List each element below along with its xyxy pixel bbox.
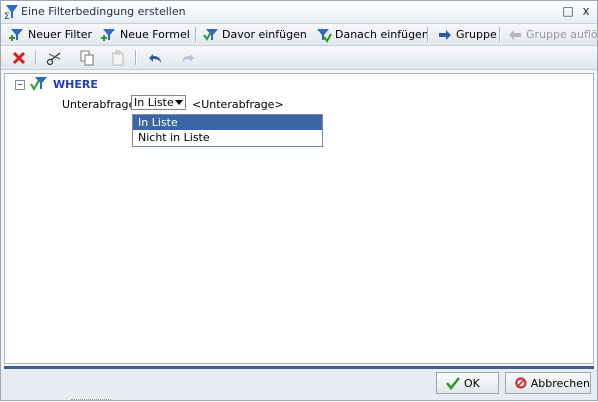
- dialog-title: Eine Filterbedingung erstellen: [21, 5, 186, 18]
- checkmark-icon: [446, 377, 460, 391]
- redo-button[interactable]: [178, 49, 196, 67]
- ungroup-label: Gruppe auflösen: [526, 28, 597, 41]
- where-clause-label: WHERE: [53, 78, 98, 91]
- new-filter-label: Neuer Filter: [28, 28, 92, 41]
- close-button[interactable]: x: [579, 4, 593, 18]
- subquery-row-label: Unterabfrage: [62, 98, 136, 111]
- toolbar-divider: [499, 27, 501, 42]
- insert-before-icon: [203, 28, 218, 41]
- insert-before-button[interactable]: Davor einfügen: [203, 24, 307, 45]
- new-formula-icon: [101, 28, 115, 41]
- cancel-button[interactable]: Abbrechen: [505, 372, 591, 394]
- new-filter-icon: [9, 28, 23, 41]
- cancel-icon: [515, 377, 527, 389]
- chevron-down-icon[interactable]: [175, 100, 183, 105]
- insert-before-label: Davor einfügen: [222, 28, 307, 41]
- redo-icon: [182, 54, 194, 63]
- edit-toolbar: [1, 46, 597, 70]
- svg-text:Σ: Σ: [4, 12, 10, 20]
- ok-label: OK: [464, 376, 480, 390]
- paste-icon: [112, 50, 124, 66]
- dropdown-option-in-list[interactable]: In Liste: [133, 115, 322, 130]
- arrow-right-icon: [439, 29, 451, 40]
- ungroup-button[interactable]: Gruppe auflösen: [507, 24, 597, 45]
- operator-select-value: In Liste: [134, 96, 174, 109]
- dropdown-option-not-in-list[interactable]: Nicht in Liste: [133, 130, 322, 145]
- sigma-filter-icon: Σ: [4, 5, 18, 20]
- dialog-footer: OK Abbrechen: [1, 369, 597, 400]
- undo-button[interactable]: [147, 49, 165, 67]
- insert-after-label: Danach einfügen: [335, 28, 429, 41]
- subquery-placeholder-link[interactable]: <Unterabfrage>: [192, 98, 284, 111]
- filter-dialog: Σ Eine Filterbedingung erstellen □ x Neu…: [0, 0, 598, 401]
- undo-icon: [149, 54, 161, 63]
- collapse-toggle[interactable]: −: [15, 80, 25, 90]
- group-label: Gruppe: [456, 28, 497, 41]
- cut-icon: [46, 52, 61, 66]
- paste-button[interactable]: [109, 49, 127, 67]
- cancel-label: Abbrechen: [530, 376, 590, 390]
- new-formula-button[interactable]: Neue Formel: [101, 24, 190, 45]
- toolbar-divider: [135, 50, 137, 65]
- toolbar-divider: [195, 27, 197, 42]
- delete-button[interactable]: [10, 49, 28, 67]
- toolbar-divider: [35, 50, 37, 65]
- new-formula-label: Neue Formel: [120, 28, 190, 41]
- delete-icon: [12, 51, 26, 65]
- maximize-button[interactable]: □: [561, 4, 575, 18]
- group-button[interactable]: Gruppe: [437, 24, 497, 45]
- insert-after-button[interactable]: Danach einfügen: [316, 24, 429, 45]
- toolbar-divider: [427, 27, 429, 42]
- filter-check-icon: [30, 77, 47, 91]
- operator-select[interactable]: In Liste: [131, 95, 186, 110]
- main-toolbar: Neuer Filter Neue Formel Davor einfügen …: [1, 24, 597, 46]
- copy-icon: [80, 50, 94, 66]
- new-filter-button[interactable]: Neuer Filter: [9, 24, 92, 45]
- insert-after-icon: [317, 28, 332, 43]
- cut-button[interactable]: [45, 49, 63, 67]
- title-bar[interactable]: Σ Eine Filterbedingung erstellen □ x: [1, 1, 597, 24]
- operator-dropdown-list: In Liste Nicht in Liste: [132, 114, 323, 147]
- arrow-left-icon: [509, 29, 521, 40]
- ok-button[interactable]: OK: [436, 372, 499, 394]
- filter-tree-panel: − WHERE Unterabfrage In Liste <Unterabfr…: [4, 73, 594, 364]
- copy-button[interactable]: [78, 49, 96, 67]
